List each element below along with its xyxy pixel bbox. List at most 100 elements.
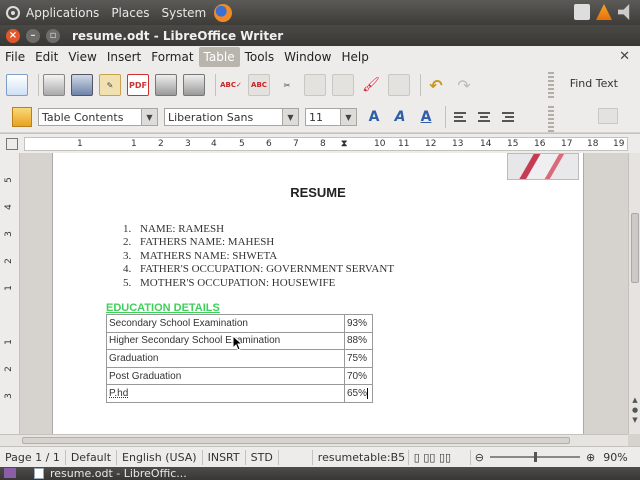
status-page-style[interactable]: Default [66,449,118,465]
status-modified-indicator[interactable] [279,449,313,465]
align-center-icon[interactable] [474,107,494,127]
table-cell-score[interactable]: 70% [344,366,373,386]
education-heading[interactable]: EDUCATION DETAILS [106,302,220,314]
status-page[interactable]: Page 1 / 1 [0,449,66,465]
menu-edit[interactable]: Edit [30,47,63,67]
align-right-icon[interactable] [498,107,518,127]
table-cell-score[interactable]: 93% [344,314,373,333]
firefox-icon[interactable] [214,3,233,22]
format-paintbrush-icon[interactable]: 🖌 [360,74,382,96]
edit-file-icon[interactable]: ✎ [99,74,121,96]
chevron-down-icon[interactable]: ▼ [141,109,157,125]
horizontal-scroll-thumb[interactable] [22,437,570,444]
scroll-down-icon[interactable]: ▼ [631,416,639,424]
status-cell-ref[interactable]: resumetable:B5 [313,449,409,465]
table-cell-exam[interactable]: P.hd [106,384,345,403]
spellcheck-icon[interactable]: ABC✓ [220,74,242,96]
table-cell-score[interactable]: 88% [344,331,373,351]
menu-view[interactable]: View [63,47,101,67]
cut-icon[interactable]: ✂ [276,74,298,96]
taskbar-window-button[interactable]: resume.odt - LibreOffic... [34,467,187,480]
new-document-icon[interactable] [6,74,28,96]
list-item[interactable]: 1. NAME: RAMESH [123,223,394,236]
table-cell-exam[interactable]: Post Graduation [106,366,345,386]
close-window-button[interactable]: × [6,28,20,43]
align-left-icon[interactable] [450,107,470,127]
show-desktop-icon[interactable] [4,468,16,478]
copy-icon[interactable] [304,74,326,96]
menu-window[interactable]: Window [279,47,336,67]
list-item[interactable]: 4. FATHER'S OCCUPATION: GOVERNMENT SERVAN… [123,263,394,276]
vertical-scrollbar[interactable]: ▲ ● ▼ [628,153,640,434]
close-document-icon[interactable]: ✕ [619,49,630,64]
table-cell-score-active[interactable]: 65% [344,384,373,403]
tab-stop-icon[interactable] [6,138,18,150]
vlc-icon[interactable] [596,4,612,20]
panel-menu-applications[interactable]: Applications [26,6,99,20]
zoom-level[interactable]: 90% [603,451,627,464]
vertical-scroll-thumb[interactable] [631,213,639,283]
table-properties-icon[interactable] [598,108,618,124]
font-name-select[interactable]: Liberation Sans ▼ [164,108,299,126]
save-icon[interactable] [71,74,93,96]
table-cell-exam[interactable]: Secondary School Examination [106,314,345,333]
minimize-window-button[interactable]: – [26,28,40,43]
insert-table-icon[interactable] [388,74,410,96]
open-folder-icon[interactable] [43,74,65,96]
autospellcheck-icon[interactable]: ABC [248,74,270,96]
document-page[interactable]: RESUME 1. NAME: RAMESH 2. FATHERS NAME: MA… [52,153,584,434]
bold-icon[interactable]: A [363,107,385,127]
view-layout-icons[interactable]: ▯ ▯▯ ▯▯ [409,449,471,465]
list-item[interactable]: 2. FATHERS NAME: MAHESH [123,236,394,249]
zoom-out-icon[interactable]: ⊖ [475,451,484,464]
scroll-up-icon[interactable]: ▲ [631,396,639,404]
toolbar-handle[interactable] [548,106,554,132]
underline-icon[interactable]: A [415,107,437,127]
font-size-select[interactable]: 11 ▼ [305,108,357,126]
paste-icon[interactable] [332,74,354,96]
network-icon[interactable] [574,4,590,20]
resume-heading[interactable]: RESUME [53,185,583,200]
chevron-down-icon[interactable]: ▼ [340,109,356,125]
ruler-label: 14 [480,139,492,149]
menu-table[interactable]: Table [198,47,240,67]
ruler-indent-marker-icon[interactable]: ⧗ [341,139,347,149]
status-language[interactable]: English (USA) [117,449,203,465]
italic-icon[interactable]: A [389,107,411,127]
resume-photo[interactable] [507,153,579,180]
chevron-down-icon[interactable]: ▼ [282,109,298,125]
undo-icon[interactable]: ↶ [425,74,447,96]
zoom-slider[interactable] [490,452,581,462]
print-preview-icon[interactable] [183,74,205,96]
list-item[interactable]: 3. MATHERS NAME: SHWETA [123,250,394,263]
horizontal-ruler[interactable]: 1 1 2 3 4 5 6 7 8 ⧗ 10 11 12 13 14 15 16… [6,137,628,151]
toolbar-handle[interactable] [548,72,554,98]
menu-format[interactable]: Format [146,47,198,67]
menu-file[interactable]: File [0,47,30,67]
maximize-window-button[interactable]: ▫ [46,28,60,43]
find-text-label[interactable]: Find Text [570,77,618,90]
status-selection-mode[interactable]: STD [246,449,279,465]
table-cell-score[interactable]: 75% [344,349,373,368]
menu-insert[interactable]: Insert [102,47,146,67]
vruler-label: 5 [3,177,14,183]
menu-tools[interactable]: Tools [240,47,280,67]
ubuntu-logo-icon[interactable] [6,5,20,20]
menu-help[interactable]: Help [336,47,373,67]
styles-formatting-icon[interactable] [12,107,32,127]
status-insert-mode[interactable]: INSRT [203,449,246,465]
horizontal-scrollbar[interactable] [0,434,628,446]
panel-menu-places[interactable]: Places [111,6,149,20]
panel-menu-system[interactable]: System [161,6,206,20]
export-pdf-icon[interactable]: PDF [127,74,149,96]
zoom-in-icon[interactable]: ⊕ [586,451,595,464]
vertical-ruler[interactable]: 5 4 3 2 1 1 2 3 [0,153,20,434]
table-cell-exam[interactable]: Graduation [106,349,345,368]
print-icon[interactable] [155,74,177,96]
volume-icon[interactable] [618,4,630,20]
redo-icon[interactable]: ↷ [453,74,475,96]
paragraph-style-select[interactable]: Table Contents ▼ [38,108,158,126]
navigator-dot-icon[interactable]: ● [631,406,639,414]
table-cell-exam[interactable]: Higher Secondary School Examination [106,331,345,351]
list-item[interactable]: 5. MOTHER'S OCCUPATION: HOUSEWIFE [123,277,394,290]
